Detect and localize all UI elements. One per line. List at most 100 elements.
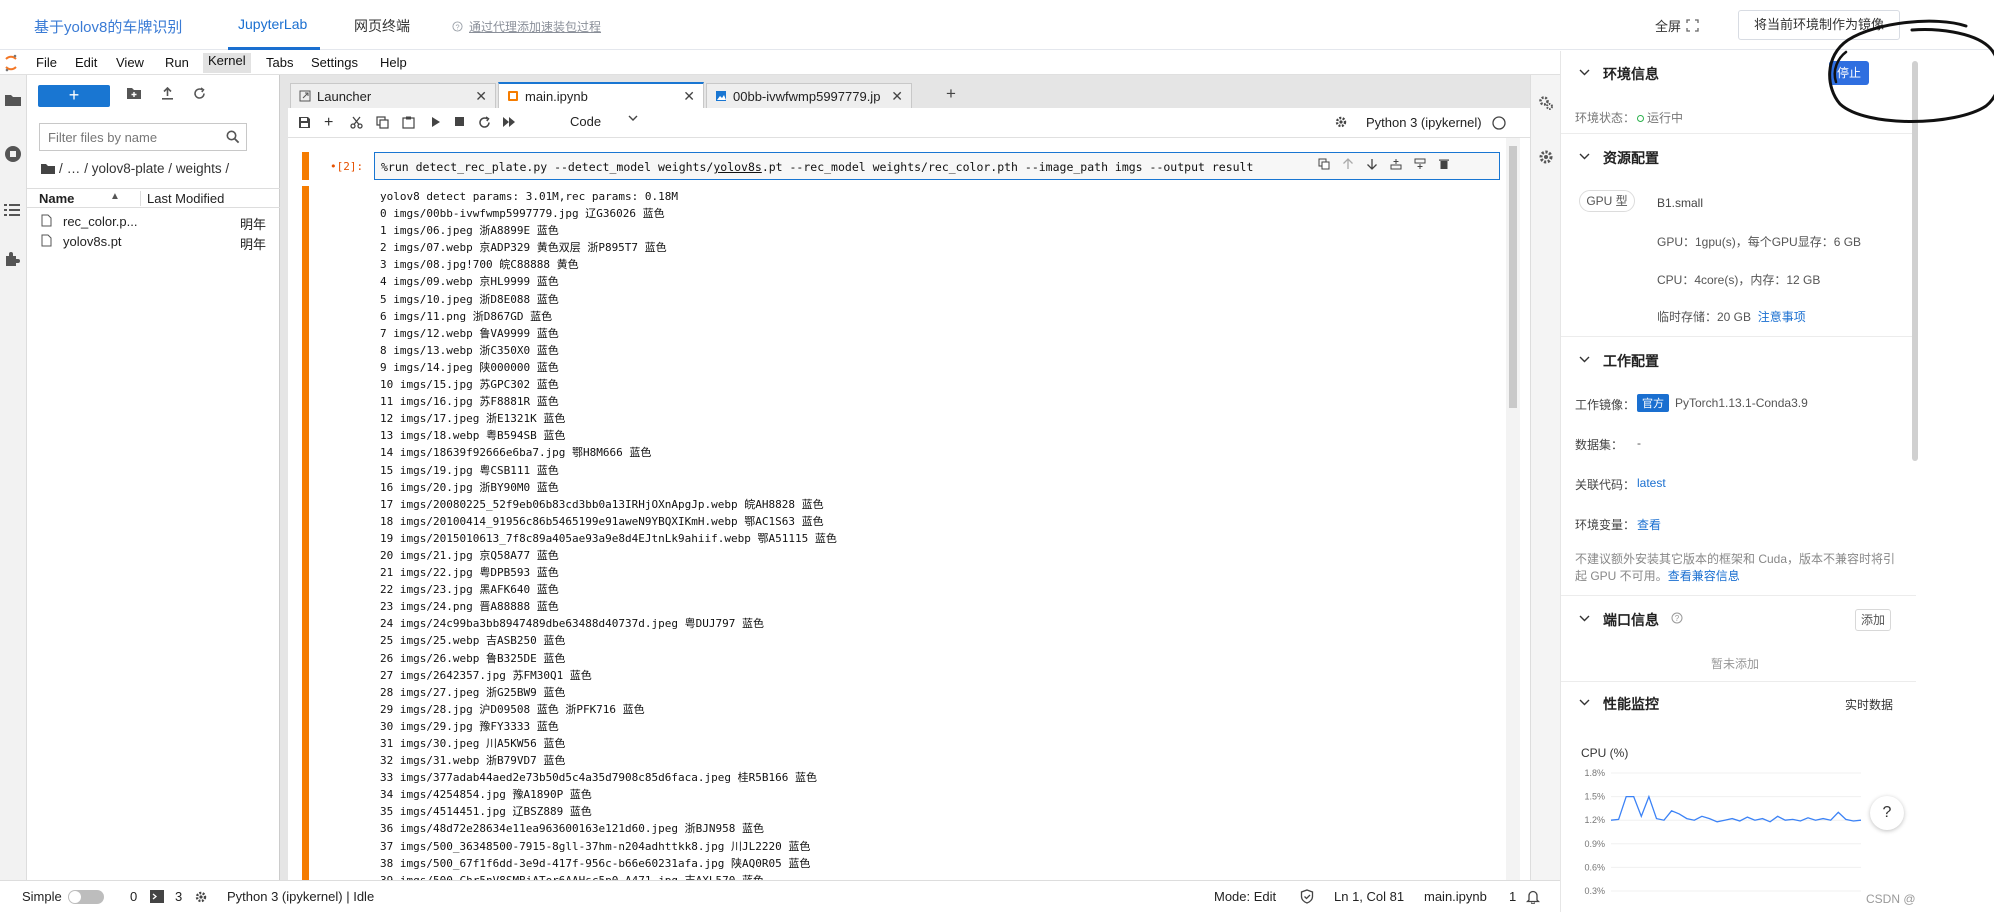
folder-icon[interactable] [41,163,55,174]
save-icon[interactable] [298,116,311,129]
column-name[interactable]: Name [39,191,74,206]
close-icon[interactable]: ✕ [475,88,487,105]
property-inspector-icon[interactable] [1538,95,1554,111]
notebook-icon [507,90,519,102]
add-tab-button[interactable]: + [940,85,962,105]
insert-cell-icon[interactable]: + [324,114,333,132]
chevron-down-icon[interactable] [1579,697,1590,708]
notebook-scrollbar[interactable] [1506,138,1520,880]
panel-splitter[interactable] [280,75,288,880]
duplicate-cell-icon[interactable] [1318,158,1330,170]
resource-title[interactable]: 资源配置 [1603,148,1659,168]
insert-below-icon[interactable] [1414,158,1426,170]
stop-button[interactable]: 停止 [1829,61,1869,85]
move-down-icon[interactable] [1366,158,1378,170]
cell-type-select[interactable]: Code [570,114,660,132]
command-palette-icon[interactable] [4,203,20,217]
bell-icon[interactable] [1526,889,1540,904]
stop-icon[interactable] [454,116,465,127]
simple-mode-toggle[interactable] [68,890,104,904]
kernel-name[interactable]: Python 3 (ipykernel) [1366,115,1482,130]
extension-puzzle-icon[interactable] [4,251,20,267]
close-icon[interactable]: ✕ [683,88,695,105]
port-title[interactable]: 端口信息 [1603,610,1659,630]
refresh-icon[interactable] [193,87,206,100]
env-info-title[interactable]: 环境信息 [1603,64,1659,84]
notification-count[interactable]: 1 [1509,889,1516,904]
realtime-label[interactable]: 实时数据 [1845,696,1893,713]
file-row[interactable]: yolov8s.pt 明年 [27,231,280,253]
code-link[interactable]: latest [1637,476,1666,490]
copy-icon[interactable] [376,116,389,129]
column-last-modified[interactable]: Last Modified [140,191,224,206]
kernel-status[interactable]: Python 3 (ipykernel) | Idle [227,889,374,904]
new-folder-icon[interactable] [126,87,142,100]
running-kernels-icon[interactable] [4,145,22,163]
fullscreen-button[interactable]: 全屏 [1655,16,1699,35]
project-title[interactable]: 基于yolov8的车牌识别 [34,16,182,37]
insert-above-icon[interactable] [1390,158,1402,170]
close-icon[interactable]: ✕ [891,88,903,105]
tab-web-terminal[interactable]: 网页终端 [354,16,410,36]
menu-file[interactable]: File [36,55,57,70]
chevron-down-icon[interactable] [1579,151,1590,162]
menu-settings[interactable]: Settings [311,55,358,70]
breadcrumb-ellipsis[interactable]: … [67,161,81,176]
shield-check-icon[interactable] [1300,889,1314,904]
breadcrumb-path[interactable]: / yolov8-plate / weights / [84,161,229,176]
envvar-link[interactable]: 查看 [1637,516,1661,533]
menu-edit[interactable]: Edit [75,55,97,70]
delete-cell-icon[interactable] [1438,158,1450,170]
chevron-down-icon[interactable] [1579,613,1590,624]
kernels-count[interactable]: 3 [175,889,182,904]
output-line: yolov8 detect params: 3.01M,rec params: … [380,190,679,203]
output-line: 28 imgs/27.jpeg 浙G25BW9 蓝色 [380,685,566,699]
menu-view[interactable]: View [116,55,144,70]
menu-tabs[interactable]: Tabs [266,55,293,70]
run-icon[interactable] [430,116,442,128]
menu-run[interactable]: Run [165,55,189,70]
gpu-type-chip: GPU 型 [1579,190,1635,212]
storage-notes-link[interactable]: 注意事项 [1758,310,1806,324]
help-float-button[interactable]: ? [1870,796,1904,830]
compat-link[interactable]: 查看兼容信息 [1668,569,1740,583]
folder-icon[interactable] [4,93,22,107]
panel-scrollbar[interactable] [1912,61,1918,461]
perf-title[interactable]: 性能监控 [1603,694,1659,714]
scrollbar-thumb[interactable] [1509,146,1517,408]
menu-help[interactable]: Help [380,55,407,70]
make-image-button[interactable]: 将当前环境制作为镜像 [1738,10,1900,40]
terminals-count[interactable]: 0 [130,889,137,904]
cell-output-collapser[interactable] [302,186,309,880]
kernel-gear-icon [194,890,208,904]
tab-launcher[interactable]: Launcher ✕ [290,83,496,108]
cut-icon[interactable] [350,116,363,129]
tab-jupyterlab[interactable]: JupyterLab [238,16,307,32]
breadcrumb-root[interactable]: / [59,161,63,176]
tab-main-ipynb[interactable]: main.ipynb ✕ [498,82,704,108]
cursor-position[interactable]: Ln 1, Col 81 [1334,889,1404,904]
menu-kernel[interactable]: Kernel [203,53,251,73]
cell-input-collapser[interactable] [302,152,309,180]
new-launcher-button[interactable]: + [38,85,110,107]
cell-type-value: Code [570,114,602,129]
fast-forward-icon[interactable] [502,116,516,128]
output-line: 19 imgs/2015010613_7f8c89a405ae93a9e8d4E… [380,531,837,545]
kernel-gear-icon[interactable] [1334,115,1348,129]
chevron-down-icon[interactable] [1579,67,1590,78]
help-circle-icon[interactable]: ? [1671,612,1683,624]
paste-icon[interactable] [402,116,415,129]
add-port-button[interactable]: 添加 [1855,609,1891,631]
work-config-title[interactable]: 工作配置 [1603,351,1659,371]
debugger-icon[interactable] [1538,149,1554,165]
file-filter-input[interactable]: Filter files by name [39,123,247,151]
chevron-down-icon[interactable] [1579,354,1590,365]
proxy-help-link[interactable]: ? 通过代理添加速装包过程 [452,18,601,35]
cpu-chart: 1.8% 1.5% 1.2% 0.9% 0.6% 0.3% [1584,768,1862,896]
document-tab-bar: Launcher ✕ main.ipynb ✕ 00bb-ivwfwmp5997… [288,75,1530,108]
tab-image-file[interactable]: 00bb-ivwfwmp5997779.jp ✕ [706,83,912,108]
upload-icon[interactable] [161,87,174,100]
restart-icon[interactable] [478,116,491,129]
file-row[interactable]: rec_color.p... 明年 [27,211,280,233]
move-up-icon[interactable] [1342,158,1354,170]
